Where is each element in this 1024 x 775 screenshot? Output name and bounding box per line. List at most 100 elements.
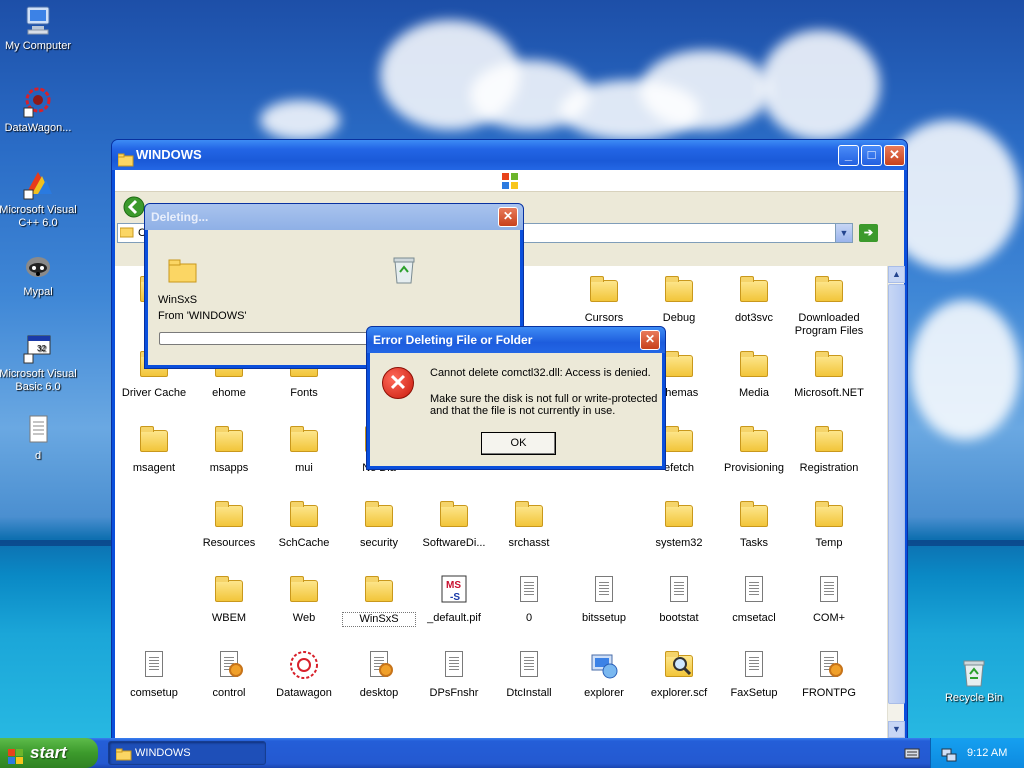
ok-button[interactable]: OK: [481, 432, 556, 455]
file-item[interactable]: cmsetacl: [717, 574, 791, 625]
folder-icon: [213, 424, 245, 456]
explorer-titlebar[interactable]: WINDOWS _ □ ✕: [112, 140, 907, 170]
datawagon-icon: [288, 649, 320, 681]
keyboard-icon[interactable]: [904, 746, 920, 763]
folder-icon: [663, 349, 695, 381]
scroll-thumb[interactable]: [888, 284, 905, 704]
scroll-down-button[interactable]: ▼: [888, 721, 905, 738]
network-icon[interactable]: [941, 745, 957, 775]
file-item[interactable]: Tasks: [717, 499, 791, 550]
folder-icon: [813, 499, 845, 531]
file-item-label: msagent: [132, 462, 176, 474]
desktop-icon-my-computer[interactable]: My Computer: [0, 4, 78, 53]
file-item[interactable]: 0: [492, 574, 566, 625]
error-close-button[interactable]: ✕: [640, 330, 660, 350]
maximize-button[interactable]: □: [861, 145, 882, 166]
file-item-label: FaxSetup: [730, 687, 778, 699]
file-item-label: SoftwareDi...: [422, 537, 486, 549]
file-item-label: Media: [739, 387, 769, 399]
file-item-label: Resources: [202, 537, 256, 549]
cloud: [640, 50, 770, 130]
file-item-label: system32: [655, 537, 703, 549]
file-item[interactable]: Cursors: [567, 274, 641, 325]
ms-dos-icon: MS -S: [438, 574, 470, 606]
file-item[interactable]: srchasst: [492, 499, 566, 550]
start-button[interactable]: start: [0, 738, 98, 768]
file-item-label: msapps: [209, 462, 249, 474]
folder-icon: [738, 424, 770, 456]
error-detail-line-2: and that the file is not currently in us…: [430, 405, 616, 417]
file-item[interactable]: DtcInstall: [492, 649, 566, 700]
file-item-label: _default.pif: [427, 612, 481, 624]
recycle-bin-icon: [389, 254, 419, 287]
file-item[interactable]: Web: [267, 574, 341, 625]
file-item[interactable]: SoftwareDi...: [417, 499, 491, 550]
desktop-icon-visual-cpp[interactable]: Microsoft Visual C++ 6.0: [0, 168, 78, 230]
recycle-bin-icon: [958, 656, 990, 688]
file-item[interactable]: bootstat: [642, 574, 716, 625]
file-item[interactable]: explorer.scf: [642, 649, 716, 700]
file-item[interactable]: msapps: [192, 424, 266, 475]
go-button[interactable]: ➔: [859, 224, 878, 242]
desktop-icon-recycle-bin[interactable]: Recycle Bin: [934, 656, 1014, 705]
desktop-icon-visual-basic[interactable]: 32 Microsoft Visual Basic 6.0: [0, 332, 78, 394]
file-item[interactable]: Debug: [642, 274, 716, 325]
file-item[interactable]: dot3svc: [717, 274, 791, 325]
scroll-up-button[interactable]: ▲: [888, 266, 905, 283]
error-detail-line-1: Make sure the disk is not full or write-…: [430, 393, 658, 405]
address-dropdown-button[interactable]: ▼: [835, 224, 852, 242]
file-item[interactable]: bitssetup: [567, 574, 641, 625]
file-item-label: 0: [525, 612, 533, 624]
deleting-close-button[interactable]: ✕: [498, 207, 518, 227]
taskbar-item-windows[interactable]: WINDOWS: [108, 741, 266, 765]
file-item[interactable]: control: [192, 649, 266, 700]
file-item[interactable]: explorer: [567, 649, 641, 700]
clock[interactable]: 9:12 AM: [967, 738, 1007, 768]
file-item[interactable]: Provisioning: [717, 424, 791, 475]
file-item[interactable]: Resources: [192, 499, 266, 550]
file-item-label: bootstat: [659, 612, 699, 624]
file-item[interactable]: system32: [642, 499, 716, 550]
file-item[interactable]: FaxSetup: [717, 649, 791, 700]
file-item[interactable]: DPsFnshr: [417, 649, 491, 700]
error-titlebar[interactable]: Error Deleting File or Folder ✕: [367, 327, 665, 353]
file-item[interactable]: desktop: [342, 649, 416, 700]
error-message: Cannot delete comctl32.dll: Access is de…: [430, 367, 651, 379]
svg-text:32: 32: [37, 344, 46, 353]
file-item[interactable]: COM+: [792, 574, 866, 625]
file-item[interactable]: Temp: [792, 499, 866, 550]
file-item[interactable]: SchCache: [267, 499, 341, 550]
file-item[interactable]: Registration: [792, 424, 866, 475]
file-item[interactable]: Microsoft.NET: [792, 349, 866, 400]
file-item[interactable]: WBEM: [192, 574, 266, 625]
file-item-label: WinSxS: [342, 612, 416, 627]
folder-icon: [588, 274, 620, 306]
file-item[interactable]: WinSxS: [342, 574, 416, 627]
file-item[interactable]: Datawagon: [267, 649, 341, 700]
vertical-scrollbar[interactable]: ▲ ▼: [887, 266, 905, 738]
folder-icon: [663, 499, 695, 531]
minimize-button[interactable]: _: [838, 145, 859, 166]
file-item[interactable]: Media: [717, 349, 791, 400]
cloud: [760, 30, 880, 140]
back-icon[interactable]: [123, 196, 145, 221]
document-icon: [513, 574, 545, 606]
system-tray: 9:12 AM: [930, 738, 1024, 768]
file-item[interactable]: comsetup: [117, 649, 191, 700]
file-item[interactable]: MS -S _default.pif: [417, 574, 491, 625]
desktop-icon-label: Recycle Bin: [944, 692, 1004, 704]
desktop-icon-mypal[interactable]: Mypal: [0, 250, 78, 299]
task-label: WINDOWS: [135, 747, 191, 759]
file-item[interactable]: security: [342, 499, 416, 550]
desktop-icon-datawagon[interactable]: DataWagon...: [0, 86, 78, 135]
file-item[interactable]: FRONTPG: [792, 649, 866, 700]
deleting-titlebar[interactable]: Deleting... ✕: [145, 204, 523, 230]
desktop-icon-d[interactable]: d: [0, 414, 78, 463]
file-item[interactable]: Downloaded Program Files: [792, 274, 866, 338]
file-item[interactable]: mui: [267, 424, 341, 475]
close-button[interactable]: ✕: [884, 145, 905, 166]
file-item-label: Fonts: [290, 387, 318, 399]
file-item[interactable]: msagent: [117, 424, 191, 475]
document-icon: [513, 649, 545, 681]
file-item-label: DPsFnshr: [429, 687, 479, 699]
